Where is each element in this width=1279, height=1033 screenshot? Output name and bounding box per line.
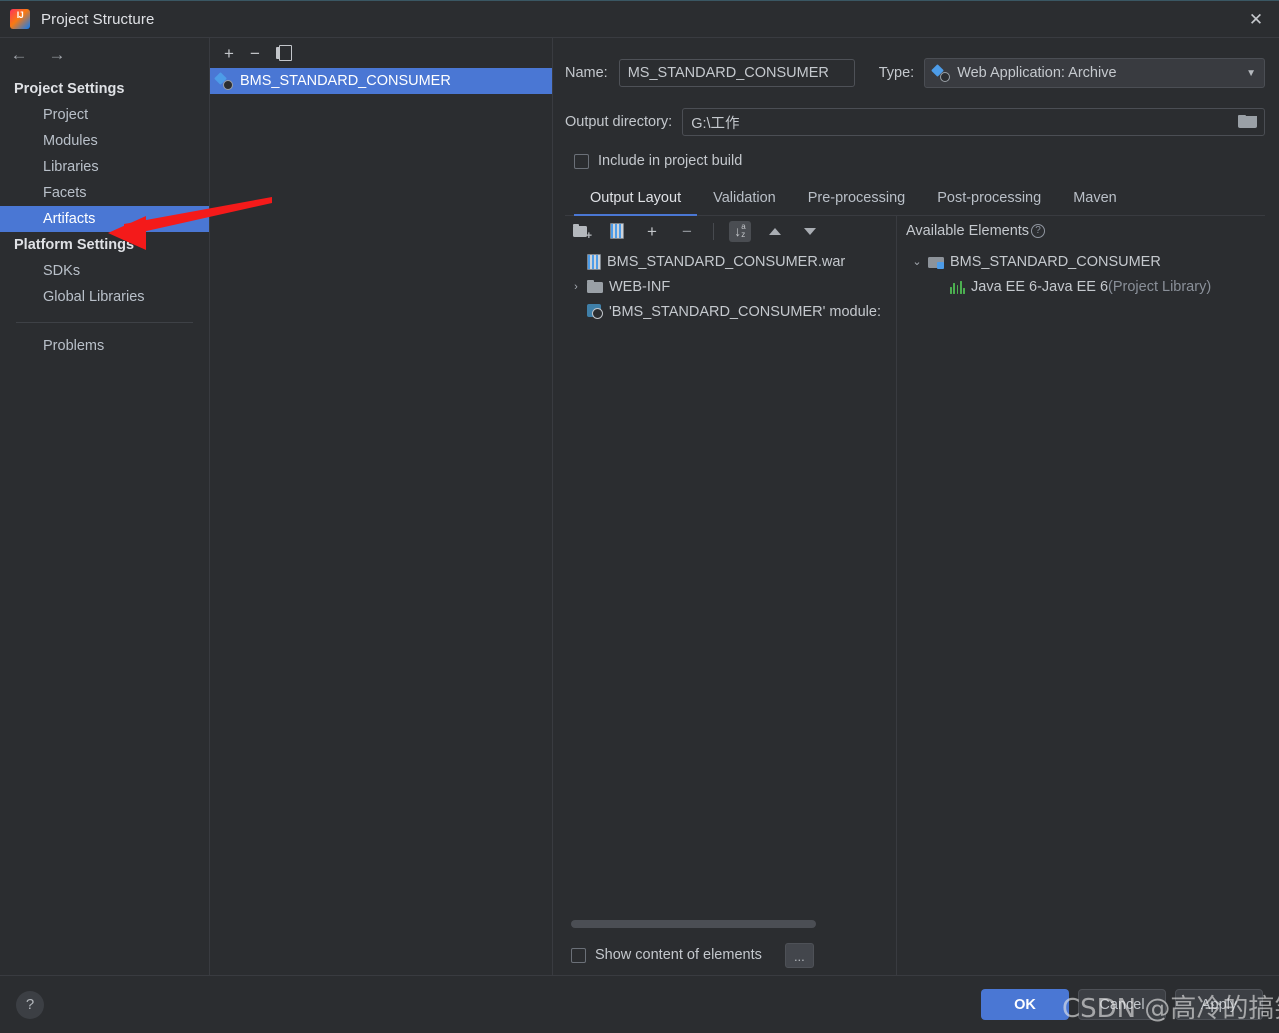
project-structure-dialog: Project Structure ✕ ← → Project Settings… (0, 0, 1279, 1033)
sidebar-item-facets[interactable]: Facets (0, 180, 209, 206)
settings-sidebar: ← → Project Settings Project Modules Lib… (0, 38, 210, 975)
folder-icon (587, 280, 603, 293)
sidebar-group-project-settings: Project Settings (14, 81, 125, 97)
dialog-body: ← → Project Settings Project Modules Lib… (0, 37, 1279, 975)
sidebar-item-libraries[interactable]: Libraries (0, 154, 209, 180)
close-icon[interactable]: ✕ (1233, 1, 1279, 38)
move-down-icon[interactable] (799, 221, 821, 242)
browse-folder-icon[interactable] (1238, 115, 1257, 129)
tree-row-label: Java EE 6-Java EE 6 (971, 278, 1109, 295)
intellij-idea-icon (10, 9, 30, 29)
chevron-down-icon[interactable]: ⌄ (906, 255, 928, 268)
output-tree-pane: + + − ↓ a z BMS_STANDARD_CONSUMER.war › … (565, 216, 897, 975)
artifact-list-item[interactable]: BMS_STANDARD_CONSUMER (210, 68, 552, 94)
output-directory-row: Output directory: G:\工作 (565, 108, 1265, 136)
type-label: Type: (878, 65, 915, 81)
module-output-icon (587, 304, 603, 319)
web-application-archive-icon (931, 63, 951, 82)
sidebar-item-problems[interactable]: Problems (0, 333, 209, 359)
output-directory-label: Output directory: (565, 114, 673, 130)
name-label: Name: (565, 65, 608, 81)
tab-pre-processing[interactable]: Pre-processing (792, 187, 922, 216)
ok-button[interactable]: OK (981, 989, 1069, 1020)
help-button[interactable]: ? (16, 990, 44, 1019)
chevron-down-icon: ▼ (1246, 67, 1256, 79)
type-select-value: Web Application: Archive (957, 65, 1117, 81)
more-options-button[interactable]: ... (784, 942, 814, 968)
toolbar-divider (713, 222, 714, 240)
back-icon[interactable]: ← (8, 45, 30, 65)
war-archive-icon (587, 253, 601, 270)
name-input[interactable]: MS_STANDARD_CONSUMER (618, 59, 855, 87)
show-content-label: Show content of elements (595, 947, 762, 963)
help-icon[interactable]: ? (1031, 224, 1046, 238)
output-directory-input[interactable]: G:\工作 (682, 108, 1265, 136)
artifact-tabs: Output Layout Validation Pre-processing … (565, 187, 1265, 216)
available-elements-title: Available Elements (906, 223, 1030, 239)
add-artifact-button[interactable]: + (224, 45, 234, 62)
csdn-watermark: CSDN @高冷的搞笑员 (1062, 994, 1279, 1024)
artifact-details-panel: Name: MS_STANDARD_CONSUMER Type: Web App… (553, 38, 1279, 975)
output-tree-toolbar: + + − ↓ a z (565, 216, 896, 246)
tree-row-label: WEB-INF (609, 278, 671, 295)
output-directory-value: G:\工作 (691, 115, 740, 132)
copy-artifact-icon[interactable] (275, 45, 292, 61)
tree-row-label: BMS_STANDARD_CONSUMER (950, 253, 1161, 270)
available-elements-pane: Available Elements ? ⌄ BMS_STANDARD_CONS… (897, 216, 1265, 975)
output-tree: BMS_STANDARD_CONSUMER.war › WEB-INF 'BMS… (565, 246, 896, 913)
tree-row[interactable]: Java EE 6-Java EE 6 (Project Library) (906, 274, 1265, 299)
library-icon (950, 280, 965, 294)
window-title: Project Structure (41, 10, 155, 28)
create-archive-icon[interactable] (606, 221, 628, 242)
sidebar-nav: Project Settings Project Modules Librari… (0, 72, 209, 359)
sidebar-item-project[interactable]: Project (0, 102, 209, 128)
tree-row-label: BMS_STANDARD_CONSUMER.war (607, 253, 846, 270)
tab-post-processing[interactable]: Post-processing (921, 187, 1057, 216)
available-elements-tree: ⌄ BMS_STANDARD_CONSUMER Java EE 6-Java E… (906, 246, 1265, 299)
move-up-icon[interactable] (764, 221, 786, 242)
include-in-build-row[interactable]: Include in project build (565, 153, 1265, 169)
type-select[interactable]: Web Application: Archive ▼ (924, 58, 1265, 88)
tree-row[interactable]: › WEB-INF (565, 274, 896, 299)
output-layout-pane: + + − ↓ a z BMS_STANDARD_CONSUMER.war › … (565, 216, 1265, 975)
sidebar-divider (16, 322, 193, 323)
sidebar-item-modules[interactable]: Modules (0, 128, 209, 154)
artifact-list-item-label: BMS_STANDARD_CONSUMER (240, 73, 451, 89)
create-directory-icon[interactable]: + (571, 221, 593, 242)
tree-row[interactable]: ⌄ BMS_STANDARD_CONSUMER (906, 249, 1265, 274)
horizontal-scrollbar-track[interactable] (565, 913, 896, 935)
available-elements-header: Available Elements ? (906, 216, 1265, 246)
remove-element-button[interactable]: − (676, 221, 698, 242)
sort-alphabetically-icon[interactable]: ↓ a z (729, 220, 751, 242)
tab-maven[interactable]: Maven (1057, 187, 1133, 216)
remove-artifact-button[interactable]: − (250, 45, 260, 62)
show-content-row: Show content of elements ... (565, 935, 896, 975)
nav-arrows: ← → (0, 38, 209, 72)
artifact-list-panel: + − BMS_STANDARD_CONSUMER (210, 38, 553, 975)
tree-row[interactable]: 'BMS_STANDARD_CONSUMER' module: (565, 299, 896, 324)
chevron-right-icon[interactable]: › (565, 281, 587, 293)
sidebar-group-platform-settings: Platform Settings (14, 237, 135, 253)
forward-icon[interactable]: → (46, 45, 68, 65)
include-in-build-label: Include in project build (598, 153, 743, 169)
horizontal-scrollbar-thumb[interactable] (571, 920, 816, 928)
tree-row-label: 'BMS_STANDARD_CONSUMER' module: (609, 303, 881, 320)
include-in-build-checkbox[interactable] (574, 153, 589, 169)
title-bar: Project Structure ✕ (0, 0, 1279, 37)
sidebar-item-global-libraries[interactable]: Global Libraries (0, 284, 209, 310)
add-element-button[interactable]: + (641, 221, 663, 242)
tree-row[interactable]: BMS_STANDARD_CONSUMER.war (565, 249, 896, 274)
tree-row-suffix: (Project Library) (1108, 278, 1212, 295)
folder-module-icon (928, 255, 944, 269)
tab-output-layout[interactable]: Output Layout (574, 187, 698, 216)
show-content-checkbox[interactable] (571, 947, 586, 963)
tab-validation[interactable]: Validation (697, 187, 792, 216)
name-type-row: Name: MS_STANDARD_CONSUMER Type: Web App… (565, 58, 1265, 88)
artifact-list-toolbar: + − (210, 38, 552, 68)
sidebar-item-artifacts[interactable]: Artifacts (0, 206, 209, 232)
artifact-icon (214, 71, 233, 90)
sidebar-item-sdks[interactable]: SDKs (0, 258, 209, 284)
